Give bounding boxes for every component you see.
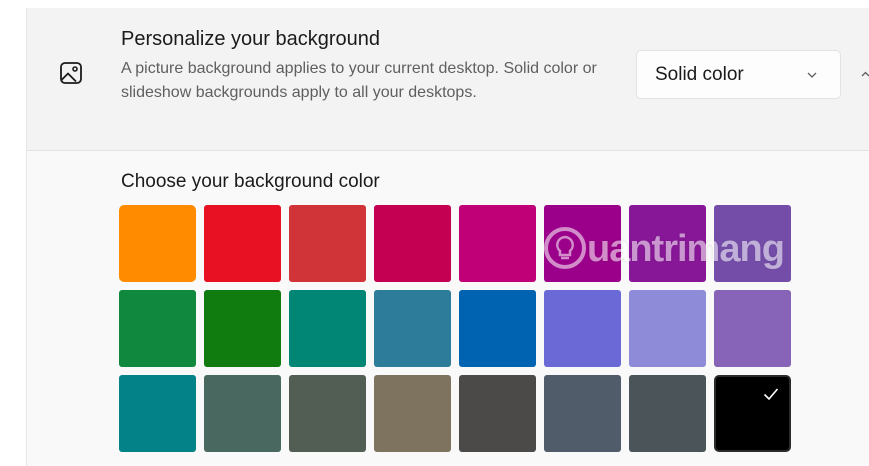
color-swatch[interactable] (289, 205, 366, 282)
color-swatch[interactable] (374, 375, 451, 452)
color-swatch[interactable] (544, 375, 621, 452)
color-swatch[interactable] (629, 375, 706, 452)
color-swatch[interactable] (119, 375, 196, 452)
color-swatch[interactable] (204, 290, 281, 367)
color-swatch[interactable] (119, 290, 196, 367)
color-swatch[interactable] (204, 375, 281, 452)
color-swatch[interactable] (119, 205, 196, 282)
color-swatch[interactable] (714, 290, 791, 367)
color-swatch[interactable] (629, 205, 706, 282)
color-swatch[interactable] (289, 290, 366, 367)
color-swatch[interactable] (714, 375, 791, 452)
color-swatch[interactable] (544, 205, 621, 282)
chevron-up-icon[interactable] (861, 70, 869, 79)
choose-color-title: Choose your background color (121, 171, 380, 192)
color-swatch[interactable] (459, 375, 536, 452)
color-swatch[interactable] (289, 375, 366, 452)
color-swatch[interactable] (374, 290, 451, 367)
personalize-background-header[interactable]: Personalize your background A picture ba… (27, 8, 869, 151)
background-type-dropdown[interactable]: Solid color (636, 50, 841, 99)
color-swatch[interactable] (544, 290, 621, 367)
chevron-down-icon (807, 72, 817, 78)
checkmark-icon (763, 388, 779, 401)
color-swatch[interactable] (629, 290, 706, 367)
dropdown-selected-value: Solid color (655, 63, 744, 85)
background-description: A picture background applies to your cur… (121, 60, 597, 101)
color-swatch[interactable] (204, 205, 281, 282)
color-swatch[interactable] (459, 205, 536, 282)
color-swatch-grid (119, 205, 791, 452)
color-swatch[interactable] (374, 205, 451, 282)
image-icon (60, 62, 82, 84)
color-swatch[interactable] (714, 205, 791, 282)
page-title: Personalize your background (121, 28, 381, 50)
background-settings-panel: Personalize your background A picture ba… (26, 8, 869, 466)
color-swatch[interactable] (459, 290, 536, 367)
